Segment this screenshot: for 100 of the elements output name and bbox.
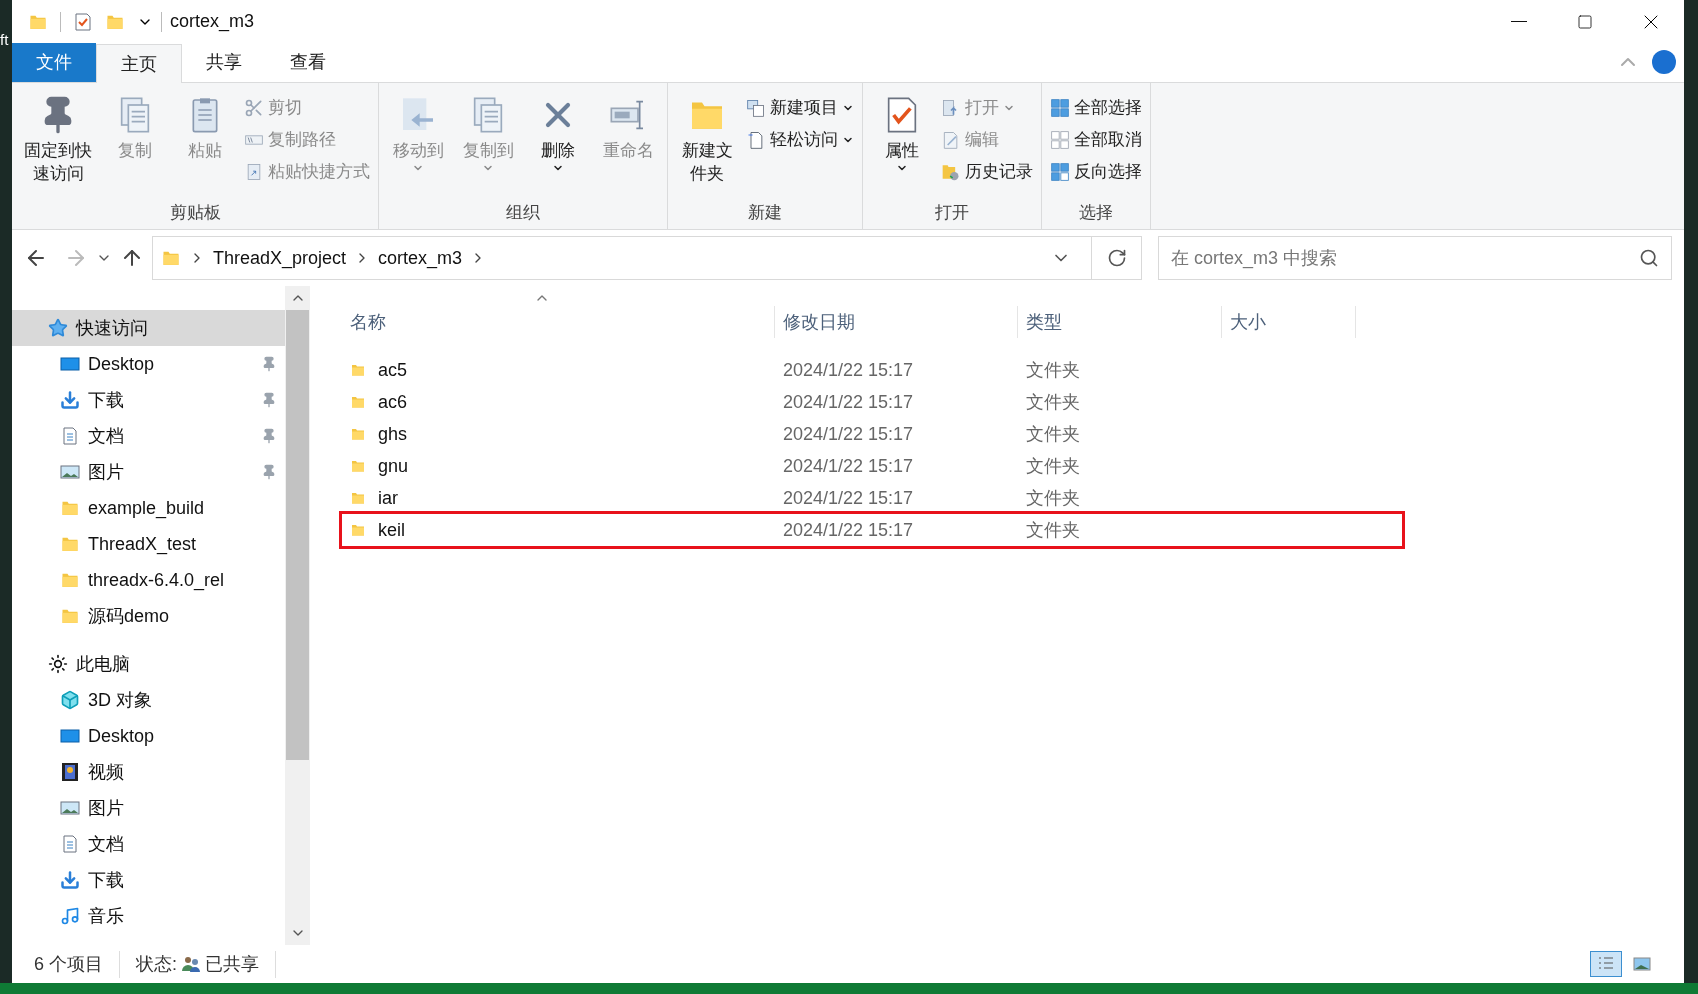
group-label: 选择 — [1078, 201, 1114, 224]
group-label: 新建 — [747, 201, 783, 224]
ribbon-tab[interactable]: 主页 — [96, 44, 182, 83]
pin-icon — [261, 356, 277, 372]
details-view-button[interactable] — [1590, 951, 1622, 977]
download-icon — [60, 390, 80, 410]
file-row[interactable]: ac6 2024/1/22 15:17 文件夹 — [342, 386, 1402, 418]
pin-icon — [261, 428, 277, 444]
column-header[interactable]: 名称 — [342, 306, 775, 338]
column-header[interactable]: 大小 — [1222, 306, 1356, 338]
search-field[interactable]: 在 cortex_m3 中搜索 — [1171, 244, 1639, 272]
pin-icon — [261, 392, 277, 408]
breadcrumb[interactable]: cortex_m3 — [378, 244, 463, 272]
ribbon-button[interactable]: 全部取消 — [1050, 127, 1142, 153]
nav-item[interactable]: 文档 — [12, 826, 285, 862]
breadcrumb[interactable]: ThreadX_project — [213, 244, 347, 272]
nav-item[interactable]: 源码demo — [12, 598, 285, 634]
share-status: 已共享 — [205, 950, 277, 978]
type-cell-text: 文件夹 — [1025, 486, 1081, 510]
ribbon-button[interactable]: 新建项目 — [746, 95, 854, 121]
new-item-icon — [746, 98, 766, 118]
folder-icon — [350, 394, 366, 410]
nav-item[interactable]: 下载 — [12, 862, 285, 898]
window-title: cortex_m3 — [170, 10, 255, 34]
refresh-icon[interactable] — [1106, 248, 1127, 268]
type-cell-text: 文件夹 — [1025, 422, 1081, 446]
maximize-icon — [1577, 13, 1593, 30]
sun-icon — [48, 654, 68, 674]
file-row[interactable]: keil 2024/1/22 15:17 文件夹 — [342, 514, 1402, 546]
folder-icon — [350, 490, 366, 506]
grid-icon — [1050, 130, 1070, 150]
nav-item[interactable]: 快速访问 — [12, 310, 285, 346]
ribbon-button[interactable]: 全部选择 — [1050, 95, 1142, 121]
item-count: 6 个项目 — [34, 950, 120, 978]
file-name: iar — [378, 486, 398, 510]
download-icon — [60, 870, 80, 890]
document-icon — [60, 834, 80, 854]
landscape-icon — [1632, 954, 1652, 974]
star-icon — [48, 318, 68, 338]
document-icon — [60, 426, 80, 446]
file-row[interactable]: gnu 2024/1/22 15:17 文件夹 — [342, 450, 1402, 482]
pin-icon — [261, 464, 277, 480]
nav-item[interactable]: ThreadX_test — [12, 526, 285, 562]
file-name: ghs — [378, 422, 408, 446]
scissors-icon — [244, 98, 264, 118]
search-box[interactable]: 在 cortex_m3 中搜索 — [1158, 236, 1672, 280]
scrollbar[interactable] — [285, 286, 310, 945]
group-label: 组织 — [505, 201, 541, 224]
file-row[interactable]: ghs 2024/1/22 15:17 文件夹 — [342, 418, 1402, 450]
type-cell-text: 文件夹 — [1025, 390, 1081, 414]
date-cell-text: 2024/1/22 15:17 — [782, 422, 915, 446]
nav-item[interactable]: 3D 对象 — [12, 682, 285, 718]
column-header[interactable]: 类型 — [1018, 306, 1222, 338]
type-cell-text: 文件夹 — [1025, 454, 1081, 478]
music-note-icon — [60, 906, 80, 926]
file-name: gnu — [378, 454, 409, 478]
monitor-icon — [60, 354, 80, 374]
search-icon — [1639, 248, 1659, 268]
ribbon-button[interactable]: 删除 — [527, 87, 589, 200]
nav-item[interactable]: 视频 — [12, 754, 285, 790]
nav-item[interactable]: 图片 — [12, 790, 285, 826]
nav-item[interactable]: Desktop — [12, 718, 285, 754]
ribbon-button[interactable]: 固定到快速访问 — [20, 87, 96, 200]
nav-item[interactable]: 音乐 — [12, 898, 285, 934]
ribbon-button[interactable]: 轻松访问 — [746, 127, 854, 153]
nav-item[interactable]: 图片 — [12, 454, 285, 490]
file-tab[interactable]: 文件 — [12, 43, 96, 82]
nav-item[interactable]: 此电脑 — [12, 646, 285, 682]
grid-icon — [1050, 162, 1070, 182]
nav-item[interactable]: 下载 — [12, 382, 285, 418]
file-row[interactable]: iar 2024/1/22 15:17 文件夹 — [342, 482, 1402, 514]
folder-icon — [350, 362, 366, 378]
column-header[interactable]: 修改日期 — [775, 306, 1018, 338]
file-name: ac6 — [378, 390, 408, 414]
address-bar[interactable]: ThreadX_project cortex_m3 — [152, 236, 1142, 280]
nav-item[interactable]: example_build — [12, 490, 285, 526]
group-label: 剪贴板 — [168, 201, 222, 224]
type-cell-text: 文件夹 — [1025, 358, 1081, 382]
date-cell-text: 2024/1/22 15:17 — [782, 390, 915, 414]
file-row[interactable]: ac5 2024/1/22 15:17 文件夹 — [342, 354, 1402, 386]
cube-icon — [60, 690, 80, 710]
ribbon-button[interactable]: 新建文件夹 — [676, 87, 738, 200]
ribbon-button[interactable]: 历史记录 — [941, 159, 1033, 185]
date-cell-text: 2024/1/22 15:17 — [782, 358, 915, 382]
ribbon-button[interactable]: 反向选择 — [1050, 159, 1142, 185]
monitor-icon — [60, 726, 80, 746]
file-name: ac5 — [378, 358, 408, 382]
film-icon — [60, 762, 80, 782]
date-cell-text: 2024/1/22 15:17 — [782, 518, 915, 542]
nav-item[interactable]: Desktop — [12, 346, 285, 382]
file-name: keil — [378, 518, 405, 542]
group-label: 打开 — [934, 201, 970, 224]
status-label: 状态: — [135, 952, 178, 976]
date-cell-text: 2024/1/22 15:17 — [782, 486, 915, 510]
minimize-icon — [1511, 21, 1527, 22]
ribbon-button[interactable]: 属性 — [871, 87, 933, 200]
nav-item[interactable]: 文档 — [12, 418, 285, 454]
desktop-text: ft — [0, 31, 9, 48]
checkmark-page-icon[interactable] — [73, 11, 93, 32]
nav-item[interactable]: threadx-6.4.0_rel — [12, 562, 285, 598]
